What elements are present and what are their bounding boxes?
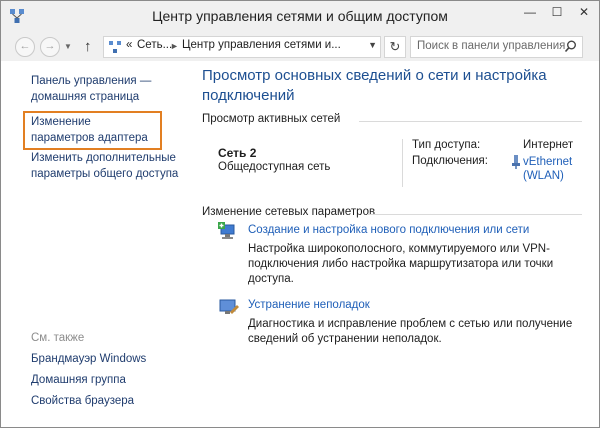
connections-label: Подключения: — [412, 155, 488, 167]
new-connection-icon — [218, 222, 235, 239]
search-icon[interactable] — [564, 40, 577, 53]
setup-new-connection-description: Настройка широкополосного, коммутируемог… — [248, 243, 554, 285]
left-pane: Панель управления — домашняя страница Из… — [1, 61, 191, 427]
see-also-heading: См. также — [31, 332, 85, 344]
up-arrow-icon[interactable]: ↑ — [84, 38, 92, 55]
network-type-link: Общедоступная сеть — [218, 161, 331, 173]
windows-firewall-link[interactable]: Брандмауэр Windows — [31, 351, 146, 367]
network-location-icon — [109, 41, 121, 53]
title-bar: Центр управления сетями и общим доступом… — [1, 1, 599, 31]
change-adapter-settings-link[interactable]: Изменение параметров адаптера — [31, 114, 156, 146]
section-divider — [359, 121, 582, 122]
search-placeholder: Поиск в панели управления — [417, 40, 566, 52]
breadcrumb-separator-icon[interactable]: ► — [170, 41, 179, 51]
active-networks-heading: Просмотр активных сетей — [202, 113, 341, 125]
window-title: Центр управления сетями и общим доступом — [152, 8, 448, 24]
vertical-divider — [402, 139, 403, 187]
homegroup-link[interactable]: Домашняя группа — [31, 372, 126, 388]
troubleshoot-problems-link[interactable]: Устранение неполадок — [248, 299, 370, 311]
address-dropdown-icon[interactable]: ▼ — [368, 40, 377, 50]
change-settings-heading: Изменение сетевых параметров — [202, 206, 376, 218]
recent-locations-dropdown-icon[interactable]: ▼ — [64, 42, 72, 51]
troubleshoot-icon — [219, 299, 239, 314]
ethernet-connection-icon — [512, 155, 520, 169]
breadcrumb-network-center[interactable]: Центр управления сетями и... — [182, 39, 341, 51]
navigation-bar: ← → ▼ ↑ « Сеть... ► Центр управления сет… — [1, 31, 599, 61]
access-type-label: Тип доступа: — [412, 139, 481, 151]
page-title: Просмотр основных сведений о сети и наст… — [202, 67, 547, 104]
network-name: Сеть 2 — [218, 146, 257, 160]
maximize-button[interactable]: ☐ — [544, 1, 570, 23]
section-divider — [367, 214, 582, 215]
main-pane: Просмотр основных сведений о сети и наст… — [191, 61, 599, 427]
back-arrow-icon[interactable]: ← — [15, 37, 35, 57]
minimize-button[interactable]: — — [517, 1, 543, 23]
forward-arrow-icon[interactable]: → — [40, 37, 60, 57]
internet-options-link[interactable]: Свойства браузера — [31, 393, 134, 409]
advanced-sharing-settings-link[interactable]: Изменить дополнительные параметры общего… — [31, 150, 181, 182]
access-type-value: Интернет — [523, 139, 574, 151]
breadcrumb-overflow[interactable]: « — [126, 39, 132, 51]
search-input[interactable]: Поиск в панели управления — [410, 36, 583, 58]
setup-new-connection-link[interactable]: Создание и настройка нового подключения … — [248, 224, 529, 236]
refresh-icon[interactable]: ↻ — [384, 36, 406, 58]
troubleshoot-description: Диагностика и исправление проблем с сеть… — [248, 318, 573, 345]
breadcrumb-network[interactable]: Сеть... — [137, 39, 172, 51]
close-button[interactable]: ✕ — [571, 1, 597, 23]
connection-vethernet-link[interactable]: vEthernet (WLAN) — [523, 155, 583, 183]
control-panel-home-link[interactable]: Панель управления — домашняя страница — [31, 73, 161, 105]
window: Центр управления сетями и общим доступом… — [0, 0, 600, 428]
address-bar[interactable]: « Сеть... ► Центр управления сетями и...… — [103, 36, 381, 58]
